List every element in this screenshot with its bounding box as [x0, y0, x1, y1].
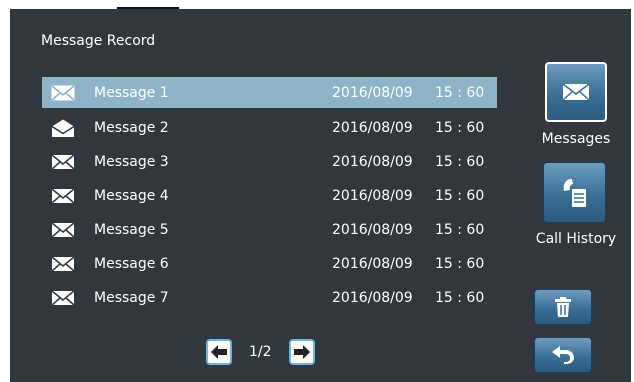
- message-name: Message 2: [94, 120, 169, 136]
- envelope-icon: [51, 290, 75, 306]
- message-time: 15 : 60: [435, 222, 485, 238]
- message-name: Message 1: [94, 84, 169, 101]
- message-date: 2016/08/09: [332, 120, 413, 136]
- phone-receiver-icon: [563, 178, 586, 207]
- pagination: 1/2: [206, 337, 315, 367]
- message-row[interactable]: Message 4 2016/08/09 15 : 60: [42, 179, 497, 213]
- trash-icon: [555, 297, 571, 317]
- message-time: 15 : 60: [435, 256, 485, 272]
- screen: Message Record Message 1 2016/08/09 15 :…: [10, 9, 631, 382]
- arrow-right-icon: [293, 345, 310, 359]
- top-tab-indicator: [117, 0, 179, 9]
- envelope-icon: [51, 188, 75, 204]
- message-name: Message 4: [94, 188, 169, 204]
- message-row[interactable]: Message 5 2016/08/09 15 : 60: [42, 213, 497, 247]
- message-name: Message 3: [94, 154, 169, 170]
- next-page-button[interactable]: [288, 339, 315, 365]
- message-row[interactable]: Message 7 2016/08/09 15 : 60: [42, 281, 497, 315]
- message-row[interactable]: Message 3 2016/08/09 15 : 60: [42, 145, 497, 179]
- envelope-icon: [51, 154, 75, 170]
- envelope-icon: [51, 84, 75, 101]
- delete-button[interactable]: [534, 289, 592, 325]
- open-envelope-icon: [51, 119, 75, 137]
- top-strip: [0, 0, 634, 9]
- call-history-button[interactable]: [543, 162, 606, 223]
- message-date: 2016/08/09: [332, 290, 413, 306]
- message-time: 15 : 60: [435, 188, 485, 204]
- arrow-left-icon: [211, 345, 227, 359]
- message-time: 15 : 60: [435, 120, 485, 136]
- messages-button[interactable]: [545, 62, 607, 122]
- prev-page-button[interactable]: [206, 339, 232, 365]
- envelope-icon: [51, 222, 75, 238]
- envelope-icon: [51, 256, 75, 272]
- message-row[interactable]: Message 6 2016/08/09 15 : 60: [42, 247, 497, 281]
- message-date: 2016/08/09: [332, 188, 413, 204]
- message-name: Message 7: [94, 290, 169, 306]
- message-row[interactable]: Message 1 2016/08/09 15 : 60: [42, 77, 497, 108]
- page-indicator: 1/2: [249, 344, 272, 360]
- envelope-icon: [562, 83, 590, 101]
- message-date: 2016/08/09: [332, 84, 413, 101]
- message-row[interactable]: Message 2 2016/08/09 15 : 60: [42, 111, 497, 145]
- return-arrow-icon: [552, 346, 574, 364]
- message-time: 15 : 60: [435, 84, 485, 101]
- message-date: 2016/08/09: [332, 256, 413, 272]
- message-list: Message 1 2016/08/09 15 : 60 Message 2 2…: [42, 77, 497, 315]
- page-title: Message Record: [41, 33, 156, 49]
- message-name: Message 5: [94, 222, 169, 238]
- message-name: Message 6: [94, 256, 169, 272]
- message-time: 15 : 60: [435, 154, 485, 170]
- message-date: 2016/08/09: [332, 222, 413, 238]
- message-time: 15 : 60: [435, 290, 485, 306]
- messages-label: Messages: [541, 131, 611, 147]
- call-history-label: Call History: [535, 231, 617, 247]
- message-date: 2016/08/09: [332, 154, 413, 170]
- back-button[interactable]: [534, 337, 592, 373]
